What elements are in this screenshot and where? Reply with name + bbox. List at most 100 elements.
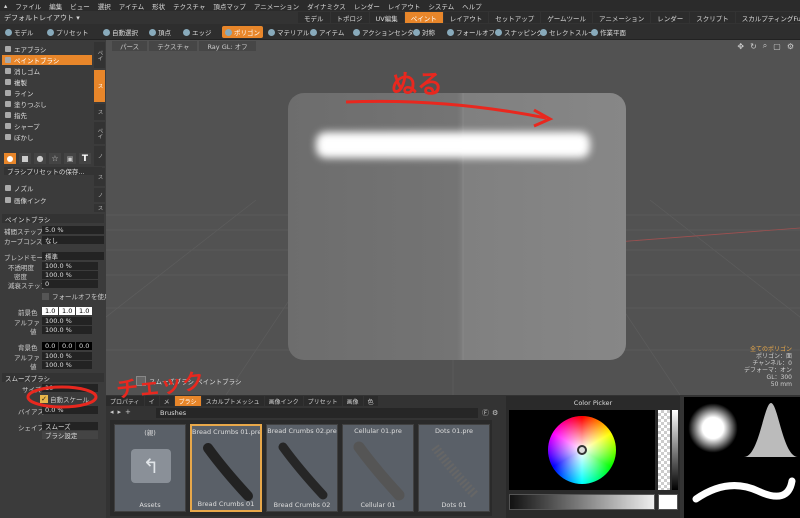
color-wheel-area[interactable] — [509, 410, 655, 490]
preset-button[interactable]: プリセット — [44, 26, 92, 38]
brush-tile-parent[interactable]: (親) ↰ Assets — [114, 424, 186, 512]
forward-arrow-icon[interactable]: ▸ — [118, 408, 122, 416]
symmetry-button[interactable]: 対称 — [410, 26, 438, 38]
vtab-2[interactable]: ス — [94, 70, 105, 102]
tool-airbrush[interactable]: エアブラシ — [2, 44, 92, 54]
app-icon[interactable]: ▴ — [4, 2, 7, 10]
color-gradient-bar[interactable] — [509, 494, 655, 510]
brush-path-field[interactable]: Brushes — [156, 408, 478, 418]
smooth-brush-header[interactable]: スムーズブラシ — [2, 373, 104, 383]
tab-setup[interactable]: セットアップ — [489, 12, 541, 23]
menu-file[interactable]: ファイル — [15, 1, 41, 11]
model-button[interactable]: モデル — [2, 26, 37, 38]
settings-icon[interactable]: ⚙ — [492, 409, 498, 417]
menu-edit[interactable]: 編集 — [49, 1, 62, 11]
fg-alpha-field[interactable]: 100.0 % — [42, 317, 92, 325]
blend-mode-dropdown[interactable]: 標準 — [42, 252, 104, 261]
fg-value-field[interactable]: 100.0 % — [42, 326, 92, 334]
square-brush-button[interactable] — [19, 153, 31, 164]
brush-tile-cellular-01[interactable]: Cellular 01.pre Cellular 01 — [342, 424, 414, 512]
layout-dropdown[interactable]: デフォルトレイアウト ▾ — [4, 12, 80, 23]
interp-step-field[interactable]: 5.0 % — [42, 226, 104, 234]
auto-select-button[interactable]: 自動選択 — [100, 26, 141, 38]
opacity-field[interactable]: 100.0 % — [42, 262, 98, 270]
tool-sharpen[interactable]: シャープ — [2, 121, 92, 131]
tab-uv-edit[interactable]: UV編集 — [369, 12, 404, 23]
fg-green-field[interactable]: 1.0 — [59, 307, 75, 315]
menu-geometry[interactable]: 形状 — [152, 1, 165, 11]
vtab-3[interactable]: ス — [94, 104, 105, 120]
menu-help[interactable]: ヘルプ — [462, 1, 482, 11]
image-ink-button[interactable]: 画像インク — [2, 195, 92, 205]
current-color-swatch[interactable] — [658, 494, 678, 510]
tab-model[interactable]: モデル — [298, 12, 330, 23]
vertex-button[interactable]: 頂点 — [146, 26, 174, 38]
falloff-button[interactable]: フォールオフ — [444, 26, 498, 38]
work-plane-button[interactable]: 作業平面 — [588, 26, 629, 38]
bg-alpha-field[interactable]: 100.0 % — [42, 352, 92, 360]
brush-settings-button[interactable]: ブラシ設定 — [42, 431, 98, 440]
star-brush-button[interactable]: ☆ — [49, 153, 61, 164]
soft-brush-button[interactable]: ● — [34, 153, 46, 164]
tab-sculpt-mesh[interactable]: スカルプトメッシュ — [201, 396, 264, 406]
menu-layout[interactable]: レイアウト — [388, 1, 421, 11]
value-slider[interactable] — [672, 410, 678, 490]
paint-brush-header[interactable]: ペイントブラシ — [2, 214, 104, 224]
tab-layout[interactable]: レイアウト — [443, 12, 489, 23]
menu-item[interactable]: アイテム — [119, 1, 144, 11]
fg-blue-field[interactable]: 1.0 — [76, 307, 92, 315]
menu-view[interactable]: ビュー — [70, 1, 90, 11]
curve-dropdown[interactable]: なし — [42, 236, 104, 245]
menu-vertex-map[interactable]: 頂点マップ — [213, 1, 246, 11]
bg-value-field[interactable]: 100.0 % — [42, 361, 92, 369]
back-arrow-icon[interactable]: ◂ — [110, 408, 114, 416]
tab-game-tools[interactable]: ゲームツール — [541, 12, 593, 23]
tab-render[interactable]: レンダー — [651, 12, 690, 23]
tab-topology[interactable]: トポロジ — [330, 12, 369, 23]
tab-script[interactable]: スクリプト — [690, 12, 735, 23]
3d-viewport[interactable]: パース テクスチャ Ray GL: オフ ✥ ↻ ⌕ ▢ ⚙ ぬる 全てのポリゴ… — [106, 40, 800, 395]
menu-select[interactable]: 選択 — [98, 1, 111, 11]
menu-animation[interactable]: アニメーション — [254, 1, 299, 11]
tool-eraser[interactable]: 消しゴム — [2, 66, 92, 76]
tool-blur[interactable]: ぼかし — [2, 132, 92, 142]
tool-clone[interactable]: 複製 — [2, 77, 92, 87]
tab-sculpting-fusion[interactable]: スカルプティングFusion — [735, 12, 800, 23]
tab-color[interactable]: 色 — [363, 396, 378, 406]
brush-tile-bread-crumbs-02[interactable]: Bread Crumbs 02.pre Bread Crumbs 02 — [266, 424, 338, 512]
fg-red-field[interactable]: 1.0 — [42, 307, 58, 315]
alpha-slider[interactable] — [658, 410, 670, 490]
vtab-5[interactable]: ノ — [94, 146, 105, 166]
tool-line[interactable]: ライン — [2, 88, 92, 98]
item-button[interactable]: アイテム — [307, 26, 347, 38]
vtab-4[interactable]: ペイ — [94, 122, 105, 144]
vtab-7[interactable]: ノ — [94, 188, 105, 202]
add-folder-icon[interactable]: + — [125, 408, 131, 416]
material-button[interactable]: マテリアル — [265, 26, 312, 38]
density-field[interactable]: 100.0 % — [42, 271, 98, 279]
brush-tile-bread-crumbs-01[interactable]: Bread Crumbs 01.pre Bread Crumbs 01 — [190, 424, 262, 512]
bg-blue-field[interactable]: 0.0 — [76, 342, 92, 350]
nozzle-button[interactable]: ノズル — [2, 183, 92, 193]
brush-tile-dots-01[interactable]: Dots 01.pre Dots 01 — [418, 424, 490, 512]
bias-field[interactable]: 0.0 % — [42, 406, 98, 414]
vtab-6[interactable]: ス — [94, 168, 105, 186]
round-brush-button[interactable] — [4, 153, 16, 164]
tab-preset[interactable]: プリセット — [303, 396, 342, 406]
tab-image-ink[interactable]: 画像インク — [264, 396, 303, 406]
tool-fill[interactable]: 塗りつぶし — [2, 99, 92, 109]
tab-animation[interactable]: アニメーション — [593, 12, 651, 23]
save-brush-preset-button[interactable]: ブラシプリセットの保存... — [4, 167, 102, 176]
color-wheel-handle[interactable] — [577, 445, 587, 455]
auto-scale-checkbox[interactable]: ✓ — [40, 395, 48, 403]
filter-icon[interactable]: Ⓕ — [482, 408, 489, 418]
polygon-button[interactable]: ポリゴン — [222, 26, 263, 38]
menu-texture[interactable]: テクスチャ — [173, 1, 205, 11]
edge-button[interactable]: エッジ — [180, 26, 215, 38]
text-brush-button[interactable]: T — [79, 153, 91, 164]
tab-image[interactable]: 画像 — [342, 396, 363, 406]
image-brush-button[interactable]: ▣ — [64, 153, 76, 164]
tool-smudge[interactable]: 指先 — [2, 110, 92, 120]
smooth-size-field[interactable]: 10 — [42, 384, 98, 392]
vtab-1[interactable]: ペイ — [94, 42, 105, 68]
